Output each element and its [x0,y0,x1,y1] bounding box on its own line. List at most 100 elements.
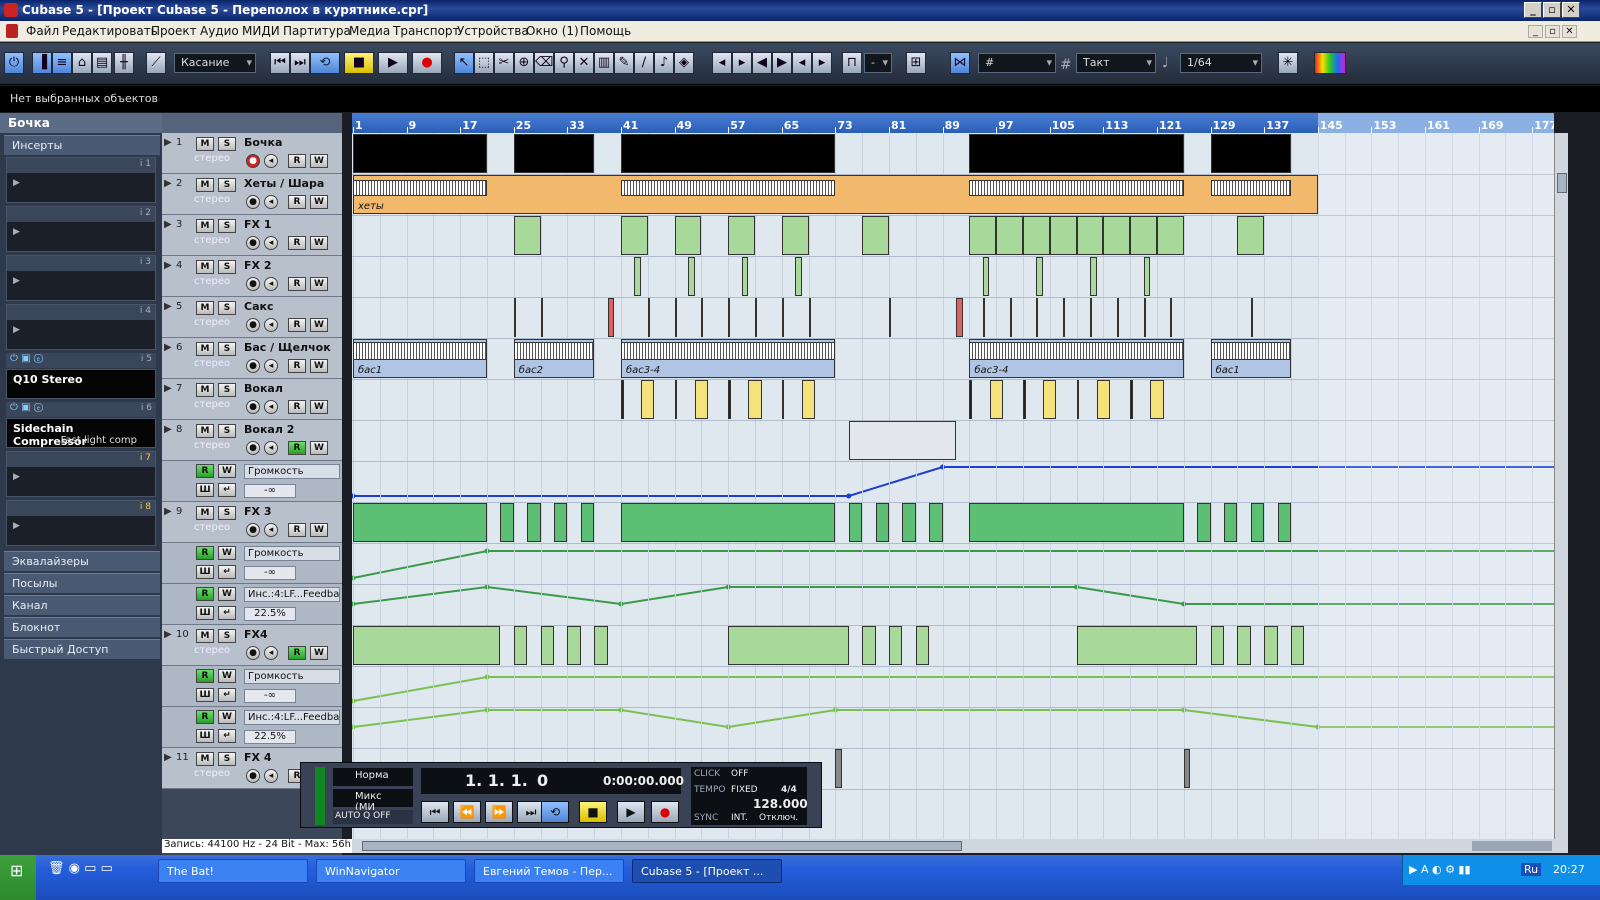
insert-slot-4[interactable]: i 4 ▶ [6,304,156,350]
mute-button[interactable]: M [196,260,214,274]
start-button[interactable]: ⊞ [0,855,36,900]
automation-parameter-select[interactable]: Громкость [244,546,340,561]
play-tool-icon[interactable]: ♪ [654,52,674,74]
sax-event[interactable] [1143,298,1146,337]
fx1-event[interactable] [1049,216,1077,255]
write-automation-button[interactable]: W [310,277,328,291]
tray-icons[interactable]: ▶ A ◐ ⚙ ▮▮ [1409,863,1471,876]
record-enable-button[interactable]: ● [246,646,260,660]
sax-event[interactable] [1116,298,1119,337]
mute-button[interactable]: M [196,301,214,315]
sax-event[interactable] [607,298,615,337]
fx2-event[interactable] [634,257,642,296]
track-name[interactable]: FX 3 [244,505,271,518]
automation-parameter-select[interactable]: Громкость [244,669,340,684]
fx1-event[interactable] [1023,216,1050,255]
fx1-event[interactable] [1130,216,1157,255]
fx3-event[interactable] [1277,503,1291,542]
glue-tool-icon[interactable]: ⊕ [514,52,534,74]
fx4-event[interactable] [540,626,554,665]
fx4-event[interactable] [1210,626,1224,665]
automation-value[interactable]: -∞ [244,484,296,498]
track-header-5[interactable]: ▶ 5 M S Сакс стерео ● ◂ R W [162,297,342,338]
fx2-event[interactable] [795,257,802,296]
sax-event[interactable] [808,298,811,337]
expand-icon[interactable]: ▶ [164,629,172,640]
write-automation-button[interactable]: W [218,669,236,683]
menu-window[interactable]: Окно (1) [526,24,579,38]
write-automation-button[interactable]: W [218,587,236,601]
fx1-event[interactable] [781,216,809,255]
fx3-event[interactable] [621,503,836,542]
fast-forward-button[interactable]: ⏩ [485,801,513,823]
fx3-event[interactable] [902,503,916,542]
fx1-event[interactable] [621,216,648,255]
expand-icon[interactable]: ▶ [164,219,172,230]
menu-audio[interactable]: Аудио [200,24,239,38]
sax-event[interactable] [1063,298,1066,337]
mute-button[interactable]: M [196,506,214,520]
record-enable-button[interactable]: ● [246,769,260,783]
fx4-event[interactable] [1076,626,1198,665]
solo-button[interactable]: S [218,383,236,397]
read-automation-button[interactable]: R [288,277,306,291]
fx4-event[interactable] [728,626,849,665]
cycle-button[interactable]: ⟲ [310,52,340,74]
task-evgeny[interactable]: Евгений Темов - Пер... [474,859,624,883]
fx2-event[interactable] [741,257,749,296]
monitor-button[interactable]: ◂ [264,441,278,455]
pool-toggle-icon[interactable]: ▤ [92,52,112,74]
expand-icon[interactable]: ▶ [164,301,172,312]
vocal-event[interactable] [801,380,816,419]
read-automation-button[interactable]: R [288,195,306,209]
infoline-toggle-icon[interactable]: ≡ [52,52,72,74]
fx3-event[interactable] [1224,503,1238,542]
read-automation-button[interactable]: R [196,587,214,601]
mixer-toggle-icon[interactable]: ╫ [114,52,134,74]
transport-play-button[interactable]: ▶ [617,801,645,823]
write-automation-button[interactable]: W [310,318,328,332]
write-automation-button[interactable]: W [310,359,328,373]
expand-icon[interactable]: ▶ [164,342,172,353]
activate-project-button[interactable]: ⏻ [4,52,24,74]
mdi-minimize-button[interactable]: _ [1528,25,1543,38]
fx4-event[interactable] [513,626,528,665]
expand-icon[interactable]: ▶ [164,260,172,271]
read-automation-button[interactable]: R [196,464,214,478]
track-name[interactable]: Вокал [244,382,283,395]
sync-toggle[interactable]: SYNC [694,813,718,823]
snap-type-select[interactable]: # [978,53,1056,73]
track-name[interactable]: Бас / Щелчок [244,341,331,354]
menu-file[interactable]: Файл [26,24,59,38]
fx2-event[interactable] [1090,257,1097,296]
vocal-event[interactable] [748,380,762,419]
section-channel[interactable]: Канал [4,595,160,615]
monitor-button[interactable]: ◂ [264,318,278,332]
track-name[interactable]: Вокал 2 [244,423,294,436]
app-menu-icon[interactable] [6,24,18,38]
tempo-toggle[interactable]: TEMPO [694,785,725,795]
solo-button[interactable]: S [218,260,236,274]
ruler[interactable]: 1 9 17 25 33 41 49 57 65 73 81 89 97 105 113 121 129 137 1… [352,113,1554,133]
automation-lane[interactable]: R W Ш ↵ Громкость -∞ [162,666,342,707]
expand-icon[interactable]: ▶ [164,383,172,394]
mute-automation-button[interactable]: Ш [196,565,214,579]
zoom-slider[interactable] [1472,841,1552,851]
read-automation-button[interactable]: R [288,441,306,455]
color-select-icon[interactable] [1314,52,1346,74]
fx2-event[interactable] [688,257,695,296]
insert-slot-1[interactable]: i 1 ▶ [6,157,156,203]
mute-tool-icon[interactable]: ✕ [574,52,594,74]
automation-options-icon[interactable]: ↵ [218,688,236,702]
automation-value[interactable]: 22.5% [244,607,296,621]
vocal-event[interactable] [621,380,624,419]
mute-automation-button[interactable]: Ш [196,483,214,497]
object-select-tool-icon[interactable]: ↖ [454,52,474,74]
maximize-button[interactable]: ▫ [1543,2,1561,18]
read-automation-button[interactable]: R [288,154,306,168]
automation-parameter-select[interactable]: Громкость [244,464,340,479]
stop-button[interactable]: ■ [344,52,374,74]
mute-button[interactable]: M [196,178,214,192]
menu-score[interactable]: Партитура [283,24,351,38]
automation-mode-icon[interactable]: ⟋ [146,52,166,74]
